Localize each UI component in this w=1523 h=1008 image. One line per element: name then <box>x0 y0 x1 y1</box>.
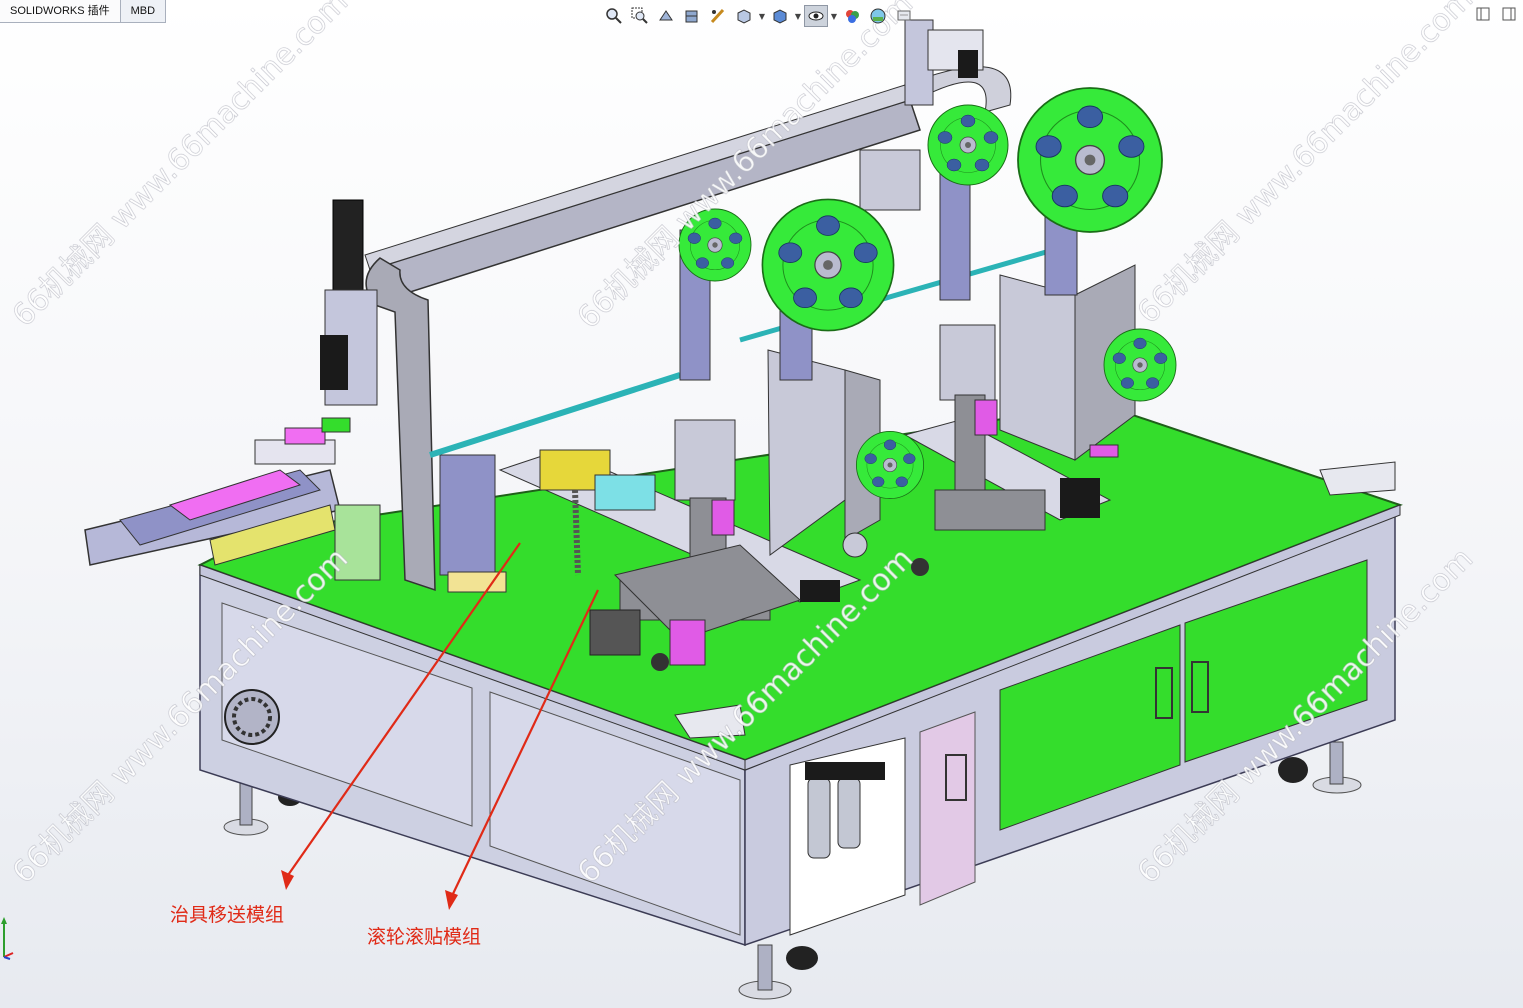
reference-triad-icon <box>1 917 14 960</box>
command-manager-tabs: SOLIDWORKS 插件 MBD <box>0 0 167 23</box>
hide-show-items-icon[interactable] <box>804 5 828 27</box>
heads-up-view-toolbar: ▼ ▼ ▼ <box>602 4 916 28</box>
chevron-down-icon[interactable]: ▼ <box>758 5 766 27</box>
apply-scene-icon[interactable] <box>866 5 890 27</box>
zoom-to-area-icon[interactable] <box>628 5 652 27</box>
watermark-text: 66机械网 www.66machine.com <box>6 0 355 334</box>
previous-view-icon[interactable] <box>654 5 678 27</box>
edit-appearance-icon[interactable] <box>840 5 864 27</box>
chevron-down-icon[interactable]: ▼ <box>794 5 802 27</box>
callout-roller-lamination-module: 滚轮滚贴模组 <box>367 926 482 948</box>
tile-horizontal-icon[interactable] <box>1475 6 1491 22</box>
dynamic-annotation-icon[interactable] <box>706 5 730 27</box>
callout-fixture-transfer-module: 治具移送模组 <box>170 904 285 926</box>
section-view-icon[interactable] <box>680 5 704 27</box>
view-settings-icon[interactable] <box>892 5 916 27</box>
watermark-text: 66机械网 www.66machine.com <box>1131 0 1480 331</box>
tab-solidworks-addins[interactable]: SOLIDWORKS 插件 <box>0 0 121 22</box>
view-orientation-icon[interactable] <box>732 5 756 27</box>
3d-model-viewport[interactable]: 66机械网 www.66machine.com 66机械网 www.66mach… <box>0 0 1523 1008</box>
window-controls <box>1475 6 1517 22</box>
zoom-to-fit-icon[interactable] <box>602 5 626 27</box>
left-vertical-axis <box>320 199 378 433</box>
rear-upright-frame <box>904 19 984 106</box>
tab-mbd[interactable]: MBD <box>120 0 167 22</box>
display-style-icon[interactable] <box>768 5 792 27</box>
chevron-down-icon[interactable]: ▼ <box>830 5 838 27</box>
tile-vertical-icon[interactable] <box>1501 6 1517 22</box>
